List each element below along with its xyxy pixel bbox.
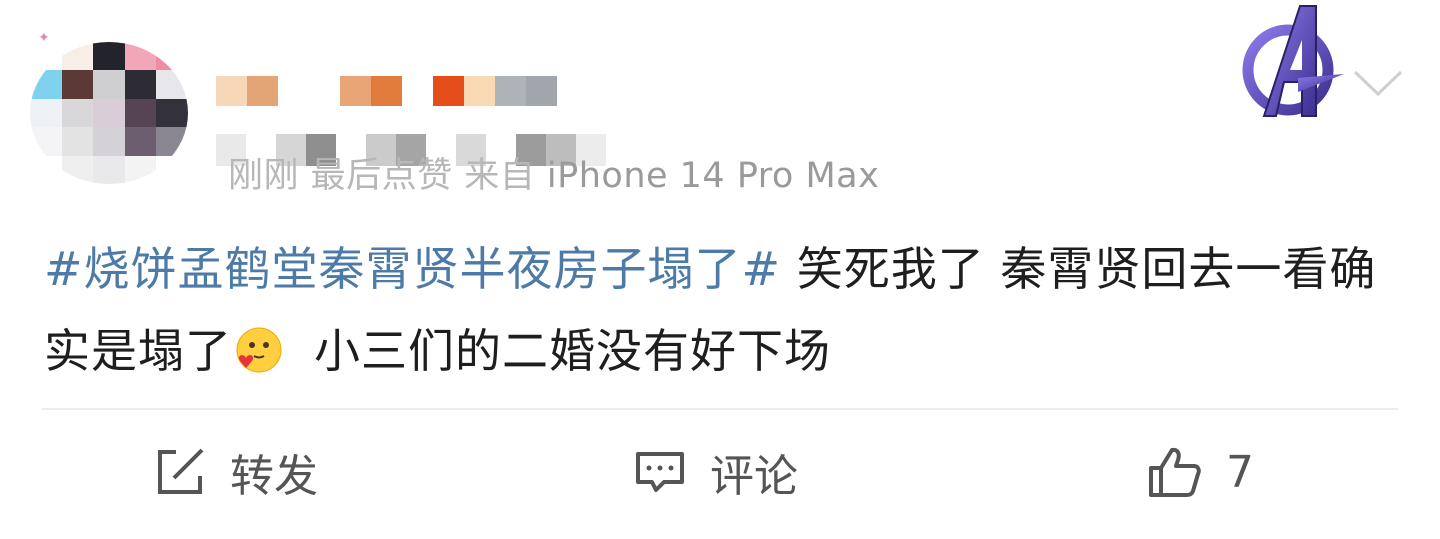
repost-icon bbox=[158, 448, 204, 494]
avengers-logo-badge[interactable] bbox=[1240, 0, 1346, 120]
post-source-device: iPhone 14 Pro Max bbox=[546, 156, 880, 196]
repost-button[interactable]: 转发 bbox=[154, 440, 318, 504]
chevron-down-icon[interactable] bbox=[1352, 66, 1404, 102]
sparkle-decoration: ✦ bbox=[38, 30, 50, 46]
comment-button[interactable]: 评论 bbox=[634, 440, 798, 504]
repost-label: 转发 bbox=[230, 451, 318, 502]
comment-label: 评论 bbox=[710, 451, 798, 502]
like-button[interactable]: 7 bbox=[1148, 440, 1254, 504]
hashtag-topic-link[interactable]: #烧饼孟鹤堂秦霄贤半夜房子塌了# bbox=[44, 242, 781, 296]
like-count: 7 bbox=[1226, 446, 1254, 498]
thumbs-up-icon bbox=[1149, 447, 1201, 497]
avatar[interactable] bbox=[30, 42, 188, 184]
heart-face-emoji bbox=[236, 327, 282, 373]
post-meta-blurred: 刚刚 最后点赞 来自 bbox=[228, 156, 547, 196]
post-body: #烧饼孟鹤堂秦霄贤半夜房子塌了# 笑死我了 秦霄贤回去一看确实是塌了 小三们的二… bbox=[44, 228, 1404, 392]
weibo-post-card: ✦ 刚刚 最后点赞 来自 iPhone 14 Pro Max #烧饼孟鹤堂秦霄贤… bbox=[0, 0, 1440, 539]
post-text-part-2: 小三们的二婚没有好下场 bbox=[314, 324, 831, 378]
divider bbox=[42, 408, 1398, 410]
comment-icon bbox=[636, 452, 684, 492]
post-meta: 刚刚 最后点赞 来自 iPhone 14 Pro Max bbox=[228, 147, 879, 198]
username-pixelated[interactable] bbox=[216, 76, 557, 106]
